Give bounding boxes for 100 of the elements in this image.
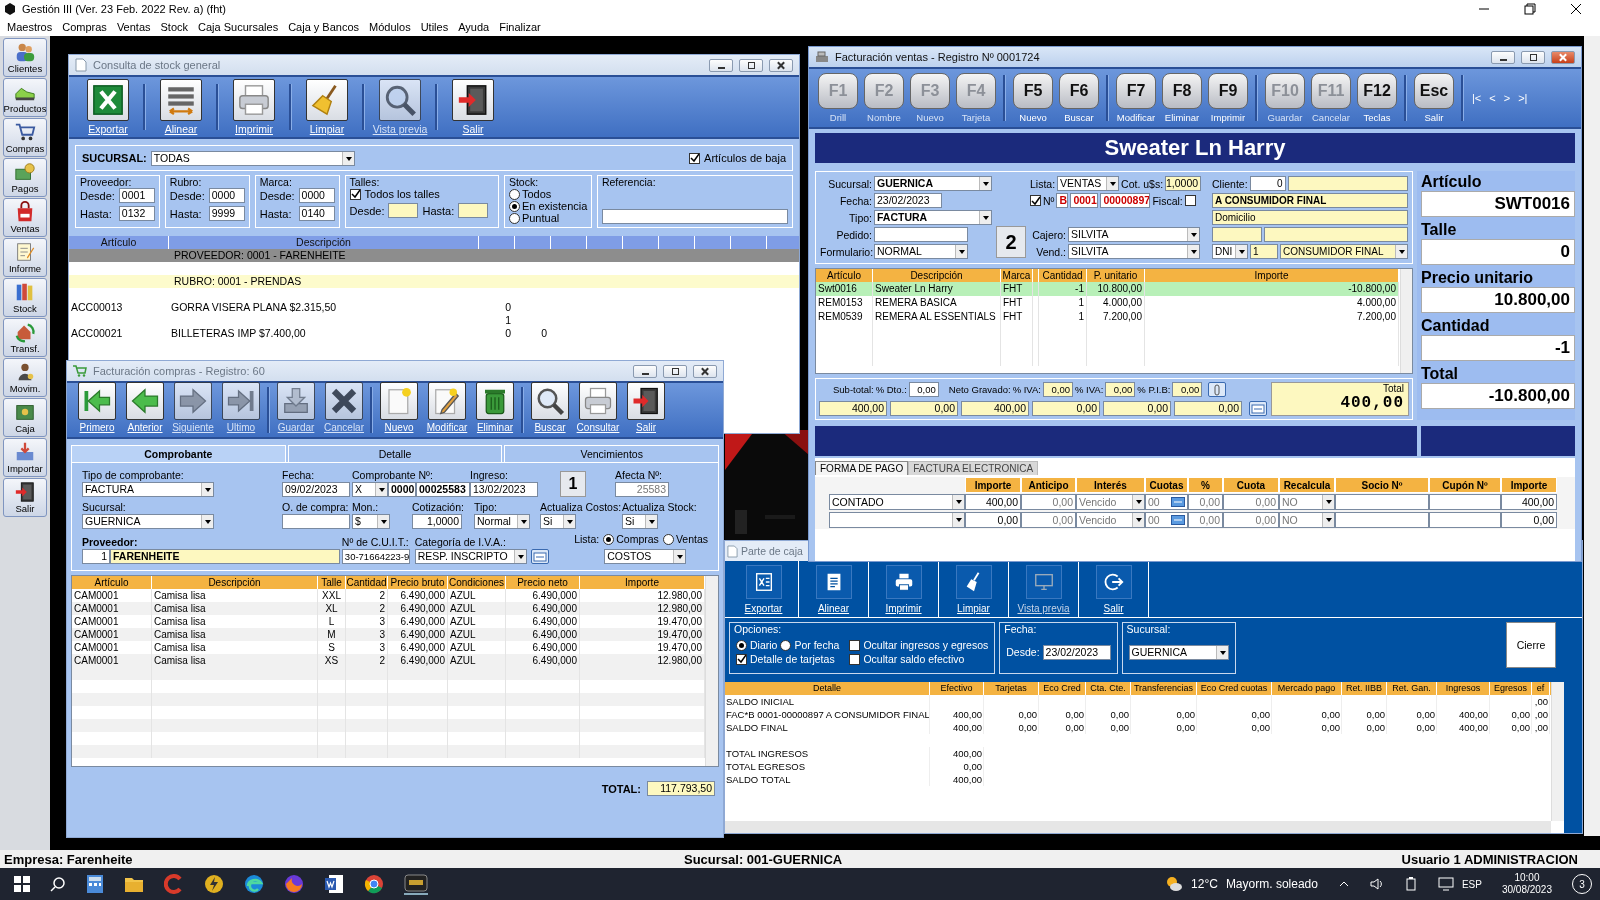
input-field[interactable]: 1,0000 (412, 514, 462, 529)
cashier-dropdown[interactable]: SILVITA (1068, 227, 1200, 242)
column-header[interactable]: Interés (1076, 477, 1145, 493)
sidebar-button[interactable]: Stock (3, 278, 47, 317)
column-header[interactable]: Precio bruto (388, 576, 448, 589)
radio-button[interactable] (736, 639, 747, 651)
navigation-button[interactable]: >| (1518, 92, 1528, 104)
input-field[interactable] (601, 209, 788, 224)
column-header[interactable]: Ingresos (1437, 682, 1490, 695)
sidebar-button[interactable]: Caja (3, 398, 47, 437)
column-header[interactable]: Cantidad (346, 576, 388, 589)
column-header[interactable]: Eco Cred cuotas (1197, 682, 1272, 695)
radio-button[interactable] (780, 639, 792, 651)
radio-button[interactable] (508, 212, 520, 224)
date-field[interactable]: 23/02/2023 (874, 193, 942, 208)
recalculate-dropdown[interactable]: NO (1279, 494, 1335, 510)
address-field[interactable]: Domicilio (1212, 210, 1408, 225)
column-header[interactable]: Detalle (725, 682, 930, 695)
navigation-button[interactable]: > (1503, 92, 1511, 104)
input-field[interactable] (1429, 494, 1501, 510)
column-header[interactable]: ef (1532, 682, 1550, 695)
column-header[interactable]: Artículo (72, 576, 152, 589)
input-field[interactable]: 0,00 (1042, 382, 1073, 397)
input-field[interactable]: 0,00 (965, 512, 1021, 528)
browser-icon[interactable] (284, 874, 304, 894)
sidebar-button[interactable]: Transf. (3, 318, 47, 357)
input-field[interactable] (458, 203, 489, 218)
input-field[interactable] (1287, 176, 1408, 191)
menu-item[interactable]: Stock (155, 21, 194, 33)
input-field[interactable]: 0,00 (1188, 512, 1223, 528)
sidebar-button[interactable]: Informe (3, 238, 47, 277)
input-field[interactable]: 0,00 (908, 382, 939, 397)
input-field[interactable]: 400,00 (965, 494, 1021, 510)
column-header[interactable]: % (1188, 477, 1223, 493)
checkbox[interactable] (1030, 195, 1041, 206)
menu-item[interactable]: Compras (57, 21, 112, 33)
column-header[interactable]: Efectivo (930, 682, 984, 695)
toolbar-button[interactable]: Alinear (148, 79, 214, 135)
price-list-dropdown[interactable]: COSTOS (604, 549, 687, 564)
menu-item[interactable]: Ayuda (453, 21, 495, 33)
input-field[interactable]: 00025583 (416, 482, 470, 497)
column-header[interactable]: Transferencias (1131, 682, 1197, 695)
battery-icon[interactable] (1403, 877, 1418, 891)
column-header[interactable]: Eco Cred (1039, 682, 1086, 695)
toolbar-button[interactable]: Imprimir (221, 79, 287, 135)
close-register-button[interactable]: Cierre (1506, 622, 1556, 668)
input-field[interactable]: 30-71664223-9 (341, 549, 410, 564)
installments-field[interactable]: 00 (1145, 512, 1188, 528)
column-header[interactable]: Egresos (1490, 682, 1532, 695)
table-row[interactable]: REM0539 REMERA AL ESSENTIALS FHT 1 7.200,00 7.200,00 (816, 310, 1399, 324)
input-field[interactable]: B (1056, 193, 1069, 208)
radio-button[interactable] (662, 533, 674, 545)
checkbox[interactable] (849, 639, 861, 651)
input-field[interactable]: 0001 (1070, 193, 1099, 208)
lightning-app-icon[interactable] (204, 874, 224, 894)
column-header[interactable]: Talle (318, 576, 346, 589)
input-field[interactable]: 400,00 (1501, 494, 1557, 510)
input-field[interactable]: 9999 (208, 206, 245, 221)
search-icon[interactable] (50, 876, 66, 892)
vat-dropdown[interactable]: RESP. INSCRIPTO (414, 549, 527, 564)
input-field[interactable]: 0,00 (1188, 494, 1223, 510)
sidebar-button[interactable]: Productos (3, 78, 47, 117)
input-field[interactable] (1335, 494, 1429, 510)
toolbar-button[interactable]: Exportar (729, 561, 799, 617)
date-field[interactable]: 13/02/2023 (470, 482, 538, 497)
input-field[interactable]: 0 (1249, 176, 1286, 191)
browser-icon[interactable] (244, 874, 264, 894)
sidebar-button[interactable]: Ventas (3, 198, 47, 237)
folder-icon[interactable] (124, 875, 144, 893)
maximize-button[interactable] (1521, 50, 1545, 64)
toolbar-button[interactable]: Exportar (75, 79, 141, 135)
calculator-icon[interactable] (86, 874, 104, 894)
input-field[interactable]: 0,00 (1105, 382, 1136, 397)
column-header[interactable]: Ret. IIBB (1342, 682, 1387, 695)
column-header[interactable]: Descripción (152, 576, 318, 589)
input-field[interactable]: 1 (82, 549, 110, 564)
customer-name-field[interactable]: A CONSUMIDOR FINAL (1212, 193, 1408, 208)
calculator-button[interactable] (1249, 401, 1267, 416)
input-field[interactable]: 0000 (208, 188, 245, 203)
input-field[interactable]: 0,00 (1501, 512, 1557, 528)
input-field[interactable] (1264, 227, 1408, 242)
tax-condition-dropdown[interactable]: CONSUMIDOR FINAL (1280, 244, 1408, 259)
app-icon[interactable] (164, 874, 184, 894)
tab[interactable]: FORMA DE PAGO (815, 461, 909, 475)
price-list-dropdown[interactable]: VENTAS (1057, 176, 1120, 191)
column-header[interactable]: Importe (965, 477, 1021, 493)
menu-item[interactable]: Caja y Bancos (283, 21, 365, 33)
interest-dropdown[interactable]: Vencido (1076, 512, 1145, 528)
stock-update-dropdown[interactable]: Si (622, 514, 658, 529)
currency-dropdown[interactable]: $ (352, 514, 390, 529)
column-header[interactable]: Mercado pago (1272, 682, 1342, 695)
input-field[interactable] (388, 203, 419, 218)
branch-dropdown[interactable]: GUERNICA (874, 176, 992, 191)
form-dropdown[interactable]: NORMAL (874, 244, 968, 259)
table-row[interactable]: REM0153 REMERA BASICA FHT 1 4.000,00 4.000,00 (816, 296, 1399, 310)
checkbox[interactable] (1184, 195, 1196, 206)
menu-item[interactable]: Utiles (415, 21, 454, 33)
column-header[interactable]: Cta. Cte. (1086, 682, 1131, 695)
tab[interactable]: Detalle (287, 445, 503, 462)
payment-method-dropdown[interactable]: CONTADO (829, 494, 965, 510)
